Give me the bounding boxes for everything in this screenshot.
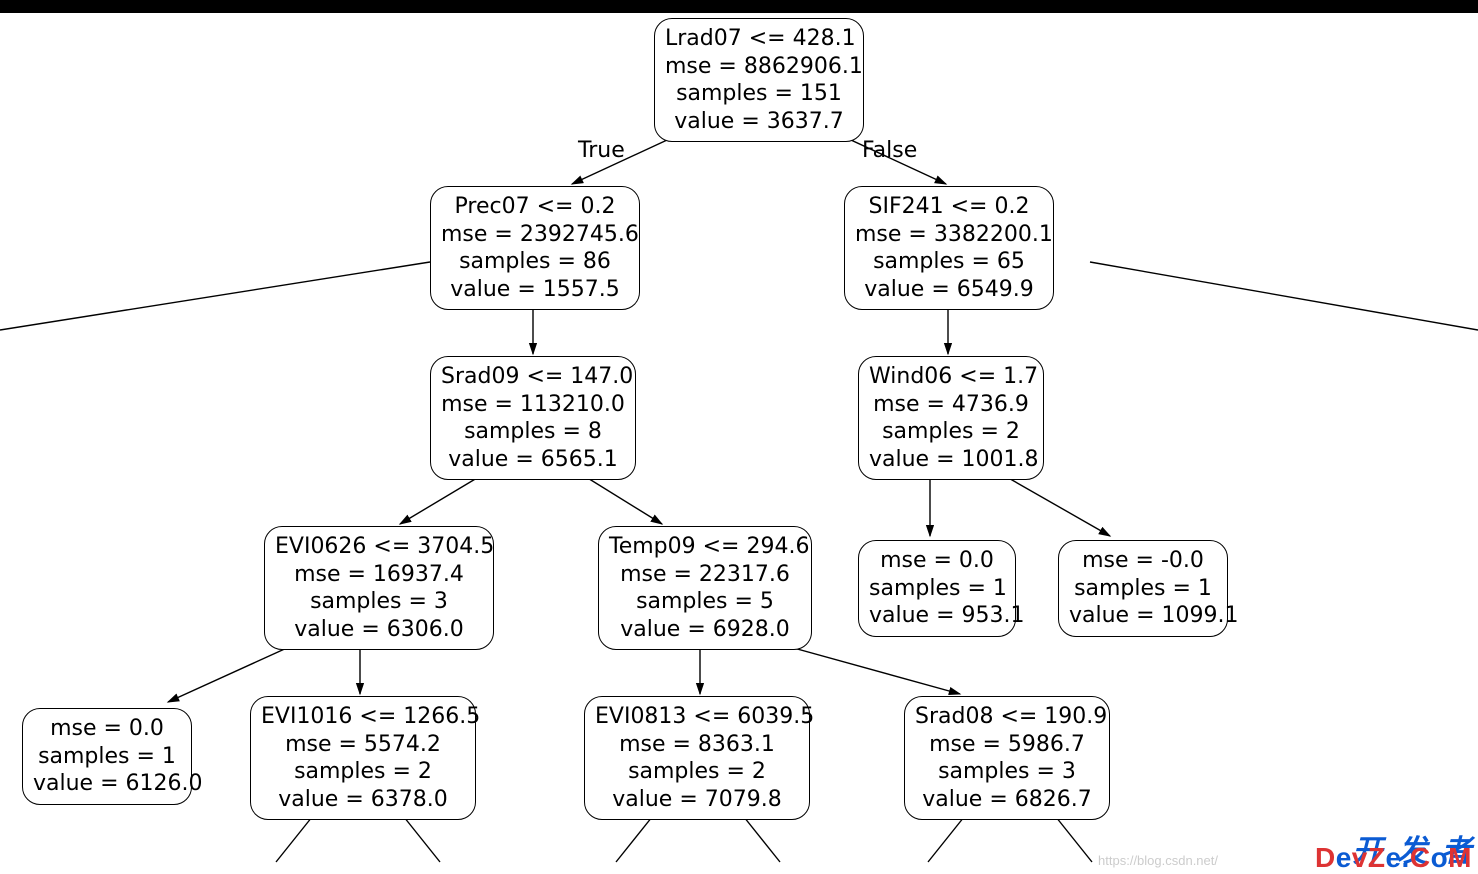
node-val: value = 6549.9: [855, 276, 1043, 304]
node-samp: samples = 8: [441, 418, 625, 446]
node-val: value = 1001.8: [869, 446, 1033, 474]
node-samp: samples = 2: [595, 758, 799, 786]
node-mse: mse = 5574.2: [261, 731, 465, 759]
node-mse: mse = 5986.7: [915, 731, 1099, 759]
node-cond: EVI1016 <= 1266.5: [261, 703, 465, 731]
node-mse: mse = 3382200.1: [855, 221, 1043, 249]
node-mse: mse = 113210.0: [441, 391, 625, 419]
node-samp: samples = 3: [915, 758, 1099, 786]
node-val: value = 6826.7: [915, 786, 1099, 814]
node-samp: samples = 1: [1069, 575, 1217, 603]
node-val: value = 1099.1: [1069, 602, 1217, 630]
csdn-watermark: https://blog.csdn.net/: [1098, 853, 1218, 868]
node-mse: mse = -0.0: [1069, 547, 1217, 575]
edge-label-true: True: [578, 138, 625, 163]
node-samp: samples = 65: [855, 248, 1043, 276]
node-cond: Srad09 <= 147.0: [441, 363, 625, 391]
node-samp: samples = 2: [261, 758, 465, 786]
node-mse: mse = 22317.6: [609, 561, 801, 589]
node-l-c-r: Temp09 <= 294.6 mse = 22317.6 samples = …: [598, 526, 812, 650]
node-right: SIF241 <= 0.2 mse = 3382200.1 samples = …: [844, 186, 1054, 310]
node-val: value = 6378.0: [261, 786, 465, 814]
node-mse: mse = 2392745.6: [441, 221, 629, 249]
node-val: value = 6306.0: [275, 616, 483, 644]
node-cond: Lrad07 <= 428.1: [665, 25, 853, 53]
site-watermark-en: DevZe.CoM: [1315, 842, 1472, 874]
leaf-r-c-l: mse = 0.0 samples = 1 value = 953.1: [858, 540, 1016, 637]
node-l-c-l: EVI0626 <= 3704.5 mse = 16937.4 samples …: [264, 526, 494, 650]
node-cond: Temp09 <= 294.6: [609, 533, 801, 561]
node-cond: Srad08 <= 190.9: [915, 703, 1099, 731]
node-cond: SIF241 <= 0.2: [855, 193, 1043, 221]
node-val: value = 953.1: [869, 602, 1005, 630]
node-mse: mse = 8862906.1: [665, 53, 853, 81]
node-cond: Prec07 <= 0.2: [441, 193, 629, 221]
node-samp: samples = 5: [609, 588, 801, 616]
window-top-bar: [0, 0, 1478, 13]
node-mse: mse = 0.0: [33, 715, 181, 743]
node-r-c: Wind06 <= 1.7 mse = 4736.9 samples = 2 v…: [858, 356, 1044, 480]
leaf-r-c-r: mse = -0.0 samples = 1 value = 1099.1: [1058, 540, 1228, 637]
node-cond: EVI0626 <= 3704.5: [275, 533, 483, 561]
node-lr-r: Srad08 <= 190.9 mse = 5986.7 samples = 3…: [904, 696, 1110, 820]
node-samp: samples = 86: [441, 248, 629, 276]
node-samp: samples = 1: [33, 743, 181, 771]
node-mse: mse = 8363.1: [595, 731, 799, 759]
node-val: value = 6928.0: [609, 616, 801, 644]
node-ll-r: EVI1016 <= 1266.5 mse = 5574.2 samples =…: [250, 696, 476, 820]
node-samp: samples = 1: [869, 575, 1005, 603]
node-left: Prec07 <= 0.2 mse = 2392745.6 samples = …: [430, 186, 640, 310]
node-mse: mse = 4736.9: [869, 391, 1033, 419]
node-val: value = 6565.1: [441, 446, 625, 474]
node-val: value = 1557.5: [441, 276, 629, 304]
node-samp: samples = 151: [665, 80, 853, 108]
leaf-ll: mse = 0.0 samples = 1 value = 6126.0: [22, 708, 192, 805]
node-lr-l: EVI0813 <= 6039.5 mse = 8363.1 samples =…: [584, 696, 810, 820]
node-cond: EVI0813 <= 6039.5: [595, 703, 799, 731]
node-mse: mse = 0.0: [869, 547, 1005, 575]
node-val: value = 6126.0: [33, 770, 181, 798]
edge-label-false: False: [862, 138, 917, 163]
node-l-c: Srad09 <= 147.0 mse = 113210.0 samples =…: [430, 356, 636, 480]
node-mse: mse = 16937.4: [275, 561, 483, 589]
node-val: value = 3637.7: [665, 108, 853, 136]
node-val: value = 7079.8: [595, 786, 799, 814]
node-root: Lrad07 <= 428.1 mse = 8862906.1 samples …: [654, 18, 864, 142]
node-cond: Wind06 <= 1.7: [869, 363, 1033, 391]
node-samp: samples = 2: [869, 418, 1033, 446]
node-samp: samples = 3: [275, 588, 483, 616]
